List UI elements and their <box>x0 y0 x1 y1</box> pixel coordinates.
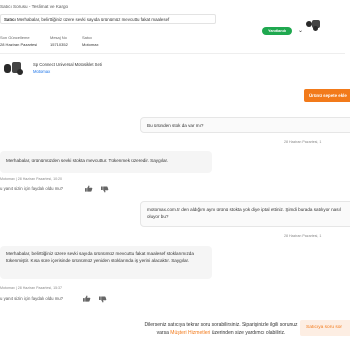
product-brand-link[interactable]: Motomax <box>33 69 50 74</box>
helpful-question: u yanıt sizin için faydalı oldu mu? <box>0 186 64 191</box>
customer-message: motomax.com.tr den aldığım aynı ürünü st… <box>140 201 350 227</box>
meta-seller: Satıcı Motomax <box>82 35 98 47</box>
message-preview-text: Merhabalar, belirttiğiniz üzere sevki sa… <box>16 17 170 22</box>
meta-value: 15710352 <box>50 42 68 47</box>
meta-last-update: Son Güncelleme 28 Haziran Pazartesi <box>0 35 37 47</box>
message-text: motomax.com.tr den aldığım aynı ürünü st… <box>147 207 341 220</box>
product-title[interactable]: Sp Connect Universal Motosiklet Seti <box>33 62 102 67</box>
footer-line-2-prefix: varsa <box>156 329 169 336</box>
meta-label: Son Güncelleme <box>0 35 30 40</box>
question-header-card: Satıcı Sorusu - Teslimat ve Kargo Satıcı… <box>0 0 345 54</box>
question-category: Satıcı Sorusu - Teslimat ve Kargo <box>0 4 69 9</box>
thumbs-up-icon[interactable] <box>82 295 91 302</box>
product-image[interactable] <box>4 60 24 78</box>
status-badge: Yanıtlandı <box>262 27 292 35</box>
message-timestamp: Motomax | 28 Haziran Pazartesi, 15:37 <box>0 286 63 290</box>
thumbs-up-icon[interactable] <box>84 185 93 192</box>
meta-value: 28 Haziran Pazartesi <box>0 42 38 47</box>
helpful-question: u yanıt sizin için faydalı oldu mu? <box>0 296 64 301</box>
product-thumbnail[interactable] <box>306 19 320 33</box>
footer-help-text: Dilerseniz satıcıya tekrar soru sorabili… <box>138 322 304 337</box>
customer-message: Bu üründen stok da var mı? <box>140 117 350 133</box>
meta-message-no: Mesaj No 15710352 <box>50 35 68 47</box>
product-row[interactable]: Sp Connect Universal Motosiklet Seti Mot… <box>0 58 345 82</box>
message-sender: Satıcı <box>4 17 16 22</box>
message-timestamp: Motomax | 28 Haziran Pazartesi, 10:20 <box>0 177 63 181</box>
add-to-cart-button[interactable]: Ürünü sepete ekle <box>304 89 350 102</box>
seller-message: Merhabalar, ürünümüzden sevki stokta mev… <box>0 151 212 173</box>
footer-line-2-suffix: üzerinden size yardımcı olabiliriz. <box>211 329 286 336</box>
meta-label: Satıcı <box>82 35 93 40</box>
seller-message: Merhabalar, belirttiğiniz üzere sevki sa… <box>0 246 212 279</box>
message-text: Merhabalar, belirttiğiniz üzere sevki sa… <box>6 251 194 264</box>
footer-line-1: Dilerseniz satıcıya tekrar soru sorabili… <box>144 322 298 328</box>
meta-value: Motomax <box>82 42 99 47</box>
message-text: Bu üründen stok da var mı? <box>147 123 204 128</box>
message-preview[interactable]: Satıcı Merhabalar, belirttiğiniz üzere s… <box>0 14 216 24</box>
ask-seller-button[interactable]: Satıcıya soru sor <box>300 320 350 336</box>
chevron-down-icon[interactable]: ⌄ <box>298 27 303 34</box>
customer-service-link[interactable]: Müşteri Hizmetleri <box>170 330 210 336</box>
meta-label: Mesaj No <box>50 35 67 40</box>
message-text: Merhabalar, ürünümüzden sevki stokta mev… <box>6 158 169 163</box>
message-timestamp: 28 Haziran Pazartesi, 1 <box>284 234 322 238</box>
thumbs-down-icon[interactable] <box>98 296 107 303</box>
thumbs-down-icon[interactable] <box>100 186 109 193</box>
message-timestamp: 28 Haziran Pazartesi, 1 <box>284 140 322 144</box>
